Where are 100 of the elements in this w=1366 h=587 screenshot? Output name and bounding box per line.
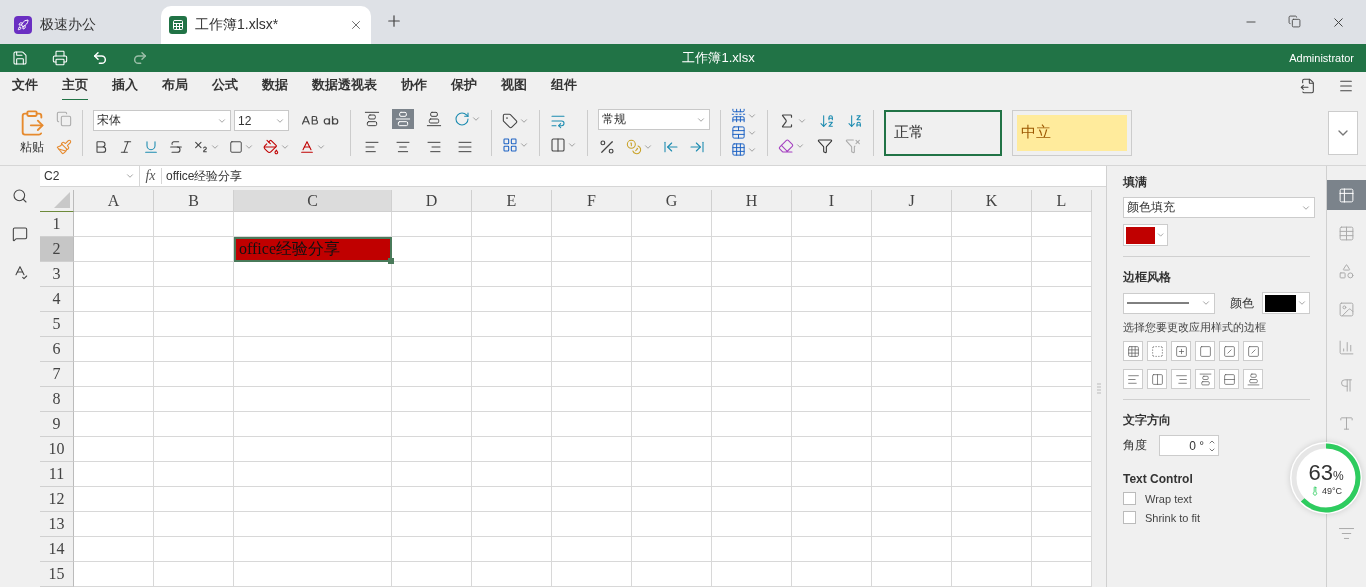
fill-handle[interactable]: [388, 258, 394, 264]
column-header[interactable]: D: [392, 190, 472, 212]
row-header[interactable]: 6: [40, 337, 74, 362]
underline-icon[interactable]: [143, 139, 159, 155]
percent-icon[interactable]: [598, 138, 616, 156]
strikethrough-icon[interactable]: [168, 139, 184, 155]
border-option-button[interactable]: [1123, 369, 1143, 389]
menu-tab[interactable]: 插入: [112, 71, 138, 101]
font-color-icon[interactable]: [299, 139, 315, 155]
row-header[interactable]: 5: [40, 312, 74, 337]
row-header[interactable]: 8: [40, 387, 74, 412]
currency-icon[interactable]: [626, 139, 642, 155]
row-header[interactable]: 3: [40, 262, 74, 287]
italic-icon[interactable]: [118, 139, 134, 155]
column-header[interactable]: B: [154, 190, 234, 212]
font-select[interactable]: 宋体: [93, 110, 231, 131]
border-option-button[interactable]: [1147, 341, 1167, 361]
row-header[interactable]: 11: [40, 462, 74, 487]
row-header[interactable]: 2: [40, 237, 74, 262]
menu-tab[interactable]: 协作: [401, 71, 427, 101]
comment-icon[interactable]: [12, 226, 28, 242]
row-header[interactable]: 4: [40, 287, 74, 312]
border-icon[interactable]: [229, 140, 243, 154]
fill-color-icon[interactable]: [263, 139, 279, 155]
sort-descending-icon[interactable]: [847, 112, 863, 129]
column-header[interactable]: E: [472, 190, 552, 212]
sort-ascending-icon[interactable]: [819, 112, 835, 129]
row-header[interactable]: 9: [40, 412, 74, 437]
border-option-button[interactable]: [1171, 369, 1191, 389]
border-option-button[interactable]: [1195, 369, 1215, 389]
menu-icon[interactable]: [1338, 78, 1354, 94]
column-header[interactable]: J: [872, 190, 952, 212]
color-blocks-icon[interactable]: [502, 136, 518, 153]
row-header[interactable]: 7: [40, 362, 74, 387]
caret-icon[interactable]: [1155, 230, 1165, 240]
restore-icon[interactable]: [1288, 14, 1301, 28]
clear-filter-icon[interactable]: [845, 137, 861, 154]
tag-icon[interactable]: [502, 112, 518, 129]
caret-icon[interactable]: [1201, 298, 1211, 308]
format-cells-icon[interactable]: [731, 142, 746, 157]
caret-icon[interactable]: [316, 142, 326, 152]
copy-icon[interactable]: [56, 110, 72, 127]
filter-icon[interactable]: [817, 137, 833, 154]
caret-icon[interactable]: [643, 142, 653, 152]
orientation-icon[interactable]: [454, 110, 470, 127]
menu-tab[interactable]: 数据透视表: [312, 71, 377, 101]
border-option-button[interactable]: [1219, 341, 1239, 361]
row-header[interactable]: 12: [40, 487, 74, 512]
row-header[interactable]: 10: [40, 437, 74, 462]
border-option-button[interactable]: [1219, 369, 1239, 389]
border-option-button[interactable]: [1195, 341, 1215, 361]
column-header[interactable]: A: [74, 190, 154, 212]
checkbox[interactable]: [1123, 492, 1136, 505]
column-header[interactable]: L: [1032, 190, 1092, 212]
undo-icon[interactable]: [92, 50, 108, 66]
number-format-select[interactable]: 常规: [598, 109, 710, 130]
menu-tab[interactable]: 保护: [451, 71, 477, 101]
cell-style[interactable]: 中立: [1012, 109, 1132, 156]
column-header[interactable]: C: [234, 190, 392, 212]
eraser-icon[interactable]: [778, 137, 794, 154]
fill-type-select[interactable]: 颜色填充: [1123, 197, 1315, 218]
expand-button[interactable]: [1328, 110, 1358, 155]
menu-tab[interactable]: 公式: [212, 71, 238, 101]
format-painter-icon[interactable]: [56, 138, 72, 155]
checkbox[interactable]: [1123, 511, 1136, 524]
column-header[interactable]: H: [712, 190, 792, 212]
search-icon[interactable]: [12, 188, 28, 204]
border-option-button[interactable]: [1243, 341, 1263, 361]
row-header[interactable]: 14: [40, 537, 74, 562]
caret-icon[interactable]: [280, 142, 290, 152]
redo-icon[interactable]: [132, 50, 148, 66]
paste-label[interactable]: 粘贴: [20, 139, 44, 156]
font-size-select[interactable]: 12: [234, 110, 289, 131]
row-header[interactable]: 13: [40, 512, 74, 537]
row-header[interactable]: 15: [40, 562, 74, 587]
menu-tab[interactable]: 文件: [12, 71, 38, 101]
align-button[interactable]: [392, 108, 414, 129]
border-option-button[interactable]: [1243, 369, 1263, 389]
border-option-button[interactable]: [1147, 369, 1167, 389]
export-icon[interactable]: [1300, 78, 1316, 94]
cpu-monitor-widget[interactable]: 63% 49°C: [1290, 442, 1362, 514]
border-option-button[interactable]: [1123, 341, 1143, 361]
caret-icon[interactable]: [210, 142, 220, 152]
menu-tab[interactable]: 视图: [501, 71, 527, 101]
menu-tab[interactable]: 组件: [551, 71, 577, 101]
function-label[interactable]: fx: [140, 168, 162, 184]
column-header[interactable]: G: [632, 190, 712, 212]
tab[interactable]: 极速办公: [6, 6, 161, 44]
menu-tab[interactable]: 布局: [162, 71, 188, 101]
caret-icon[interactable]: [125, 171, 135, 181]
scroll-grip-icon[interactable]: [1096, 381, 1102, 396]
tab[interactable]: 工作簿1.xlsx*: [161, 6, 371, 44]
delete-cells-icon[interactable]: [731, 125, 746, 140]
border-option-button[interactable]: [1171, 341, 1191, 361]
printer-icon[interactable]: [52, 50, 68, 66]
save-icon[interactable]: [12, 50, 28, 66]
column-header[interactable]: F: [552, 190, 632, 212]
subscript-icon[interactable]: [193, 139, 209, 155]
caret-icon[interactable]: [244, 142, 254, 152]
column-header[interactable]: I: [792, 190, 872, 212]
